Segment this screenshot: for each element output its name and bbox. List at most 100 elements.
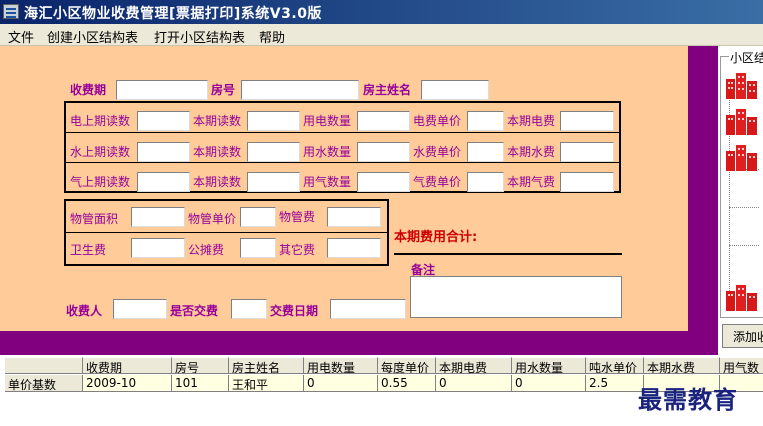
water-price-label: 水费单价 <box>413 145 462 159</box>
structure-tree[interactable]: 小区结构 <box>720 49 763 318</box>
total-underline <box>394 253 622 255</box>
grid-header[interactable]: 吨水单价 <box>586 357 644 374</box>
notes-input[interactable] <box>410 276 622 318</box>
form-border-bottom <box>0 331 718 355</box>
shared-fee-input[interactable] <box>240 238 276 258</box>
electric-fee-input[interactable] <box>560 111 614 131</box>
grid-header[interactable]: 用气数 <box>720 357 763 374</box>
electric-last-label: 电上期读数 <box>70 114 131 128</box>
period-input[interactable] <box>116 80 208 100</box>
building-icon[interactable] <box>725 141 759 171</box>
grid-header[interactable]: 本期水费 <box>644 357 720 374</box>
grid-header[interactable] <box>5 357 83 374</box>
owner-label: 房主姓名 <box>363 83 412 97</box>
property-fee-label: 物管费 <box>279 210 316 224</box>
gas-current-input[interactable] <box>247 172 300 192</box>
menu-file[interactable]: 文件 <box>8 27 34 46</box>
gas-current-label: 本期读数 <box>193 175 242 189</box>
property-fee-input[interactable] <box>327 207 381 227</box>
water-last-label: 水上期读数 <box>70 145 131 159</box>
grid-header[interactable]: 用水数量 <box>512 357 586 374</box>
property-price-input[interactable] <box>240 207 276 227</box>
window-title: 海汇小区物业收费管理[票据打印]系统V3.0版 <box>24 6 322 22</box>
gas-fee-label: 本期气费 <box>507 175 556 189</box>
property-divider <box>66 232 387 233</box>
electric-last-input[interactable] <box>137 111 190 131</box>
water-current-input[interactable] <box>247 142 300 162</box>
form-border-right <box>688 46 718 331</box>
structure-legend: 小区结构 <box>729 49 763 66</box>
grid-cell[interactable]: 101 <box>172 375 229 392</box>
tree-lines <box>729 207 759 208</box>
grid-header[interactable]: 房主姓名 <box>229 357 304 374</box>
owner-input[interactable] <box>421 80 489 100</box>
grid-cell[interactable]: 王和平 <box>229 375 304 392</box>
other-fee-input[interactable] <box>327 238 381 258</box>
water-fee-label: 本期水费 <box>507 145 556 159</box>
menu-bar: 文件 创建小区结构表 打开小区结构表 帮助 <box>0 24 763 46</box>
grid-header[interactable]: 每度单价 <box>378 357 436 374</box>
water-last-input[interactable] <box>137 142 190 162</box>
tree-lines <box>729 245 759 246</box>
electric-price-label: 电费单价 <box>413 114 462 128</box>
grid-header[interactable]: 收费期 <box>83 357 172 374</box>
property-area-label: 物管面积 <box>70 212 119 226</box>
grid-cell[interactable]: 0 <box>304 375 378 392</box>
grid-header[interactable]: 本期电费 <box>436 357 512 374</box>
other-fee-label: 其它费 <box>279 243 316 257</box>
gas-last-label: 气上期读数 <box>70 175 131 189</box>
grid-cell[interactable]: 0 <box>512 375 586 392</box>
gas-fee-input[interactable] <box>560 172 614 192</box>
title-bar: 海汇小区物业收费管理[票据打印]系统V3.0版 <box>0 0 763 24</box>
electric-current-input[interactable] <box>247 111 300 131</box>
building-icon[interactable] <box>725 281 759 311</box>
menu-help[interactable]: 帮助 <box>259 27 285 46</box>
building-icon[interactable] <box>725 69 759 99</box>
gas-price-label: 气费单价 <box>413 175 462 189</box>
water-usage-label: 用水数量 <box>303 145 352 159</box>
room-input[interactable] <box>241 80 359 100</box>
grid-cell[interactable]: 0.55 <box>378 375 436 392</box>
menu-open-structure[interactable]: 打开小区结构表 <box>154 27 245 46</box>
electric-price-input[interactable] <box>467 111 504 131</box>
electric-usage-input[interactable] <box>357 111 410 131</box>
period-label: 收费期 <box>70 83 107 97</box>
gas-price-input[interactable] <box>467 172 504 192</box>
paid-label: 是否交费 <box>170 304 219 318</box>
electric-usage-label: 用电数量 <box>303 114 352 128</box>
water-fee-input[interactable] <box>560 142 614 162</box>
collector-input[interactable] <box>113 299 167 319</box>
gas-last-input[interactable] <box>137 172 190 192</box>
utilities-divider <box>66 162 619 163</box>
water-usage-input[interactable] <box>357 142 410 162</box>
total-label: 本期费用合计: <box>394 230 478 245</box>
grid-cell[interactable]: 2.5 <box>586 375 644 392</box>
electric-fee-label: 本期电费 <box>507 114 556 128</box>
utilities-divider <box>66 132 619 133</box>
electric-current-label: 本期读数 <box>193 114 242 128</box>
property-price-label: 物管单价 <box>188 212 237 226</box>
grid-cell[interactable]: 2009-10 <box>83 375 172 392</box>
menu-create-structure[interactable]: 创建小区结构表 <box>47 27 138 46</box>
collector-label: 收费人 <box>66 304 103 318</box>
paid-input[interactable] <box>231 299 267 319</box>
grid-cell[interactable]: 单价基数 <box>5 375 83 392</box>
building-icon[interactable] <box>725 105 759 135</box>
pay-date-label: 交费日期 <box>270 304 319 318</box>
sanitation-label: 卫生费 <box>70 243 107 257</box>
watermark: 最需教育 <box>638 385 738 414</box>
property-area-input[interactable] <box>131 207 185 227</box>
grid-cell[interactable]: 0 <box>436 375 512 392</box>
shared-fee-label: 公摊费 <box>188 243 225 257</box>
water-price-input[interactable] <box>467 142 504 162</box>
app-icon <box>3 4 19 19</box>
pay-date-input[interactable] <box>330 299 406 319</box>
grid-header[interactable]: 房号 <box>172 357 229 374</box>
grid-header[interactable]: 用电数量 <box>304 357 378 374</box>
sanitation-input[interactable] <box>131 238 185 258</box>
add-button[interactable]: 添加收 <box>722 324 763 348</box>
gas-usage-label: 用气数量 <box>303 175 352 189</box>
room-label: 房号 <box>211 83 236 97</box>
gas-usage-input[interactable] <box>357 172 410 192</box>
water-current-label: 本期读数 <box>193 145 242 159</box>
